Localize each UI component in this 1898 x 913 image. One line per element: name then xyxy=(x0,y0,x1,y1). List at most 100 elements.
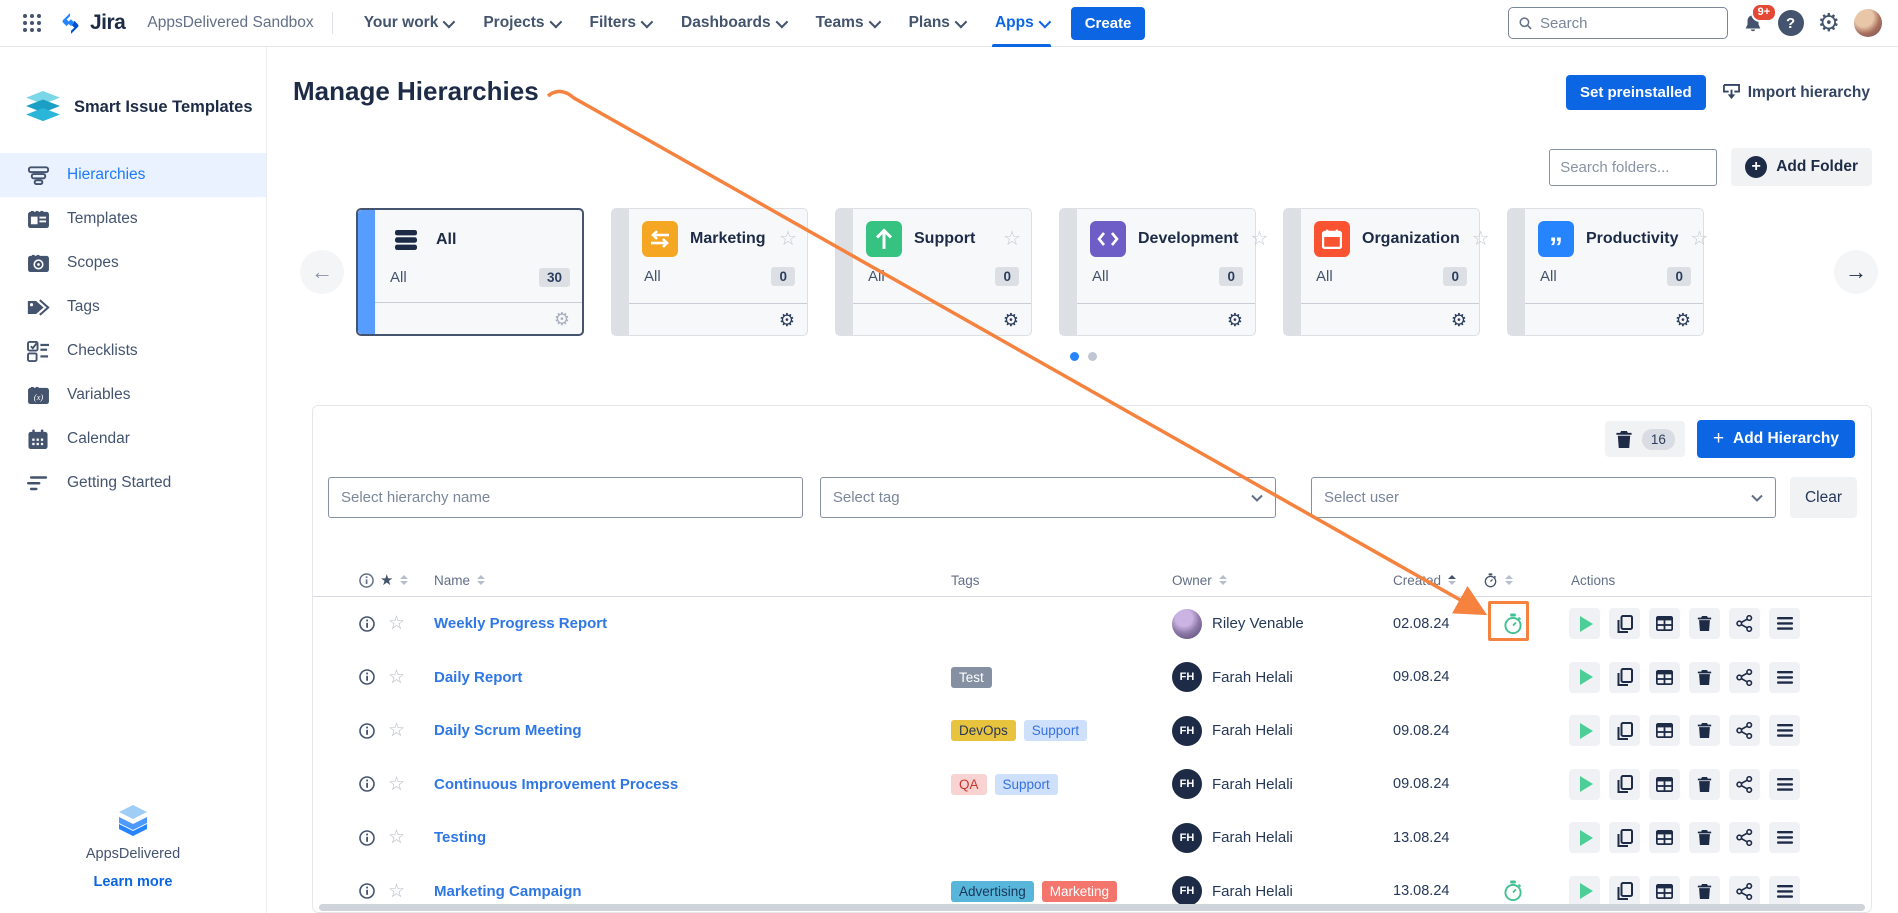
column-name[interactable]: Name xyxy=(434,573,951,588)
more-button[interactable] xyxy=(1769,822,1800,854)
delete-button[interactable] xyxy=(1689,608,1720,640)
run-button[interactable] xyxy=(1569,822,1600,854)
nav-menu-your-work[interactable]: Your work xyxy=(351,0,471,47)
schedule-timer-icon[interactable] xyxy=(1483,613,1543,635)
bulk-delete-button[interactable]: 16 xyxy=(1604,421,1685,457)
more-button[interactable] xyxy=(1769,608,1800,640)
info-icon[interactable] xyxy=(359,829,375,846)
nav-menu-teams[interactable]: Teams xyxy=(803,0,896,47)
more-button[interactable] xyxy=(1769,661,1800,693)
sidebar-item-scopes[interactable]: Scopes xyxy=(0,241,266,285)
share-button[interactable] xyxy=(1729,822,1760,854)
star-icon[interactable]: ☆ xyxy=(388,775,405,794)
nav-menu-filters[interactable]: Filters xyxy=(577,0,669,47)
add-hierarchy-button[interactable]: + Add Hierarchy xyxy=(1696,420,1855,458)
info-icon[interactable] xyxy=(359,776,375,793)
info-icon[interactable] xyxy=(359,722,375,739)
app-switcher-icon[interactable] xyxy=(16,7,48,39)
folder-settings-gear-icon[interactable]: ⚙ xyxy=(1227,311,1243,329)
run-button[interactable] xyxy=(1569,608,1600,640)
copy-button[interactable] xyxy=(1609,768,1640,800)
folder-card-productivity[interactable]: ” Productivity ☆ All 0 ⚙ xyxy=(1507,208,1708,336)
delete-button[interactable] xyxy=(1689,661,1720,693)
star-icon[interactable]: ☆ xyxy=(388,721,405,740)
add-folder-button[interactable]: + Add Folder xyxy=(1731,148,1872,186)
sort-icon[interactable] xyxy=(400,574,409,586)
info-icon[interactable] xyxy=(359,883,375,900)
table-view-button[interactable] xyxy=(1649,661,1680,693)
hierarchy-name-link[interactable]: Weekly Progress Report xyxy=(434,615,951,632)
star-icon[interactable]: ☆ xyxy=(388,828,405,847)
hierarchy-name-link[interactable]: Marketing Campaign xyxy=(434,883,951,900)
folder-card-organization[interactable]: Organization ☆ All 0 ⚙ xyxy=(1283,208,1490,336)
copy-button[interactable] xyxy=(1609,608,1640,640)
folder-settings-gear-icon[interactable]: ⚙ xyxy=(554,310,570,328)
share-button[interactable] xyxy=(1729,768,1760,800)
column-created[interactable]: Created xyxy=(1393,573,1483,588)
copy-button[interactable] xyxy=(1609,661,1640,693)
hierarchy-name-link[interactable]: Daily Scrum Meeting xyxy=(434,722,951,739)
carousel-prev-button[interactable]: ← xyxy=(300,250,344,294)
delete-button[interactable] xyxy=(1689,822,1720,854)
help-icon[interactable]: ? xyxy=(1777,10,1804,36)
sidebar-item-checklists[interactable]: Checklists xyxy=(0,329,266,373)
delete-button[interactable] xyxy=(1689,715,1720,747)
share-button[interactable] xyxy=(1729,875,1760,907)
folder-settings-gear-icon[interactable]: ⚙ xyxy=(1451,311,1467,329)
copy-button[interactable] xyxy=(1609,875,1640,907)
run-button[interactable] xyxy=(1569,715,1600,747)
sort-icon[interactable] xyxy=(1448,574,1457,586)
user-filter-select[interactable]: Select user xyxy=(1310,477,1776,518)
create-button[interactable]: Create xyxy=(1070,6,1146,40)
hierarchy-name-link[interactable]: Testing xyxy=(434,829,951,846)
share-button[interactable] xyxy=(1729,608,1760,640)
table-view-button[interactable] xyxy=(1649,822,1680,854)
share-button[interactable] xyxy=(1729,715,1760,747)
settings-gear-icon[interactable]: ⚙ xyxy=(1818,10,1840,36)
carousel-dot-1[interactable] xyxy=(1070,352,1079,361)
carousel-dot-2[interactable] xyxy=(1088,352,1097,361)
column-owner[interactable]: Owner xyxy=(1172,573,1393,588)
table-view-button[interactable] xyxy=(1649,875,1680,907)
nav-menu-projects[interactable]: Projects xyxy=(470,0,576,47)
sidebar-item-getting-started[interactable]: Getting Started xyxy=(0,461,266,505)
user-avatar[interactable] xyxy=(1854,9,1882,37)
run-button[interactable] xyxy=(1569,875,1600,907)
search-input[interactable] xyxy=(1539,14,1717,32)
global-search[interactable] xyxy=(1507,7,1728,39)
folder-settings-gear-icon[interactable]: ⚙ xyxy=(1675,311,1691,329)
sidebar-item-tags[interactable]: Tags xyxy=(0,285,266,329)
folder-settings-gear-icon[interactable]: ⚙ xyxy=(779,311,795,329)
info-icon[interactable] xyxy=(359,669,375,686)
folder-card-all[interactable]: All All 30 ⚙ xyxy=(356,208,584,336)
carousel-next-button[interactable]: → xyxy=(1834,250,1878,294)
nav-menu-dashboards[interactable]: Dashboards xyxy=(668,0,803,47)
folder-card-support[interactable]: Support ☆ All 0 ⚙ xyxy=(835,208,1032,336)
hierarchy-name-link[interactable]: Continuous Improvement Process xyxy=(434,776,951,793)
horizontal-scrollbar[interactable] xyxy=(319,904,1865,911)
more-button[interactable] xyxy=(1769,875,1800,907)
folder-card-marketing[interactable]: Marketing ☆ All 0 ⚙ xyxy=(611,208,808,336)
schedule-timer-icon[interactable] xyxy=(1483,880,1543,902)
info-icon[interactable] xyxy=(359,615,375,632)
star-icon[interactable]: ☆ xyxy=(388,882,405,901)
hierarchy-name-filter[interactable] xyxy=(328,477,803,518)
hierarchy-name-link[interactable]: Daily Report xyxy=(434,669,951,686)
table-view-button[interactable] xyxy=(1649,768,1680,800)
notifications-button[interactable]: 9+ xyxy=(1742,2,1778,35)
star-icon[interactable]: ☆ xyxy=(388,614,405,633)
delete-button[interactable] xyxy=(1689,768,1720,800)
delete-button[interactable] xyxy=(1689,875,1720,907)
nav-menu-apps[interactable]: Apps xyxy=(982,0,1061,47)
search-folders-input[interactable] xyxy=(1549,148,1718,186)
sidebar-item-variables[interactable]: (x) Variables xyxy=(0,373,266,417)
sort-icon[interactable] xyxy=(1218,574,1227,586)
import-hierarchy-button[interactable]: Import hierarchy xyxy=(1722,84,1870,102)
column-schedule[interactable] xyxy=(1483,572,1543,588)
star-icon[interactable]: ☆ xyxy=(388,668,405,687)
sidebar-item-calendar[interactable]: Calendar xyxy=(0,417,266,461)
sort-icon[interactable] xyxy=(477,574,486,586)
jira-logo[interactable]: Jira xyxy=(58,11,126,36)
star-icon[interactable]: ☆ xyxy=(1690,229,1708,249)
star-icon[interactable]: ★ xyxy=(380,571,393,589)
